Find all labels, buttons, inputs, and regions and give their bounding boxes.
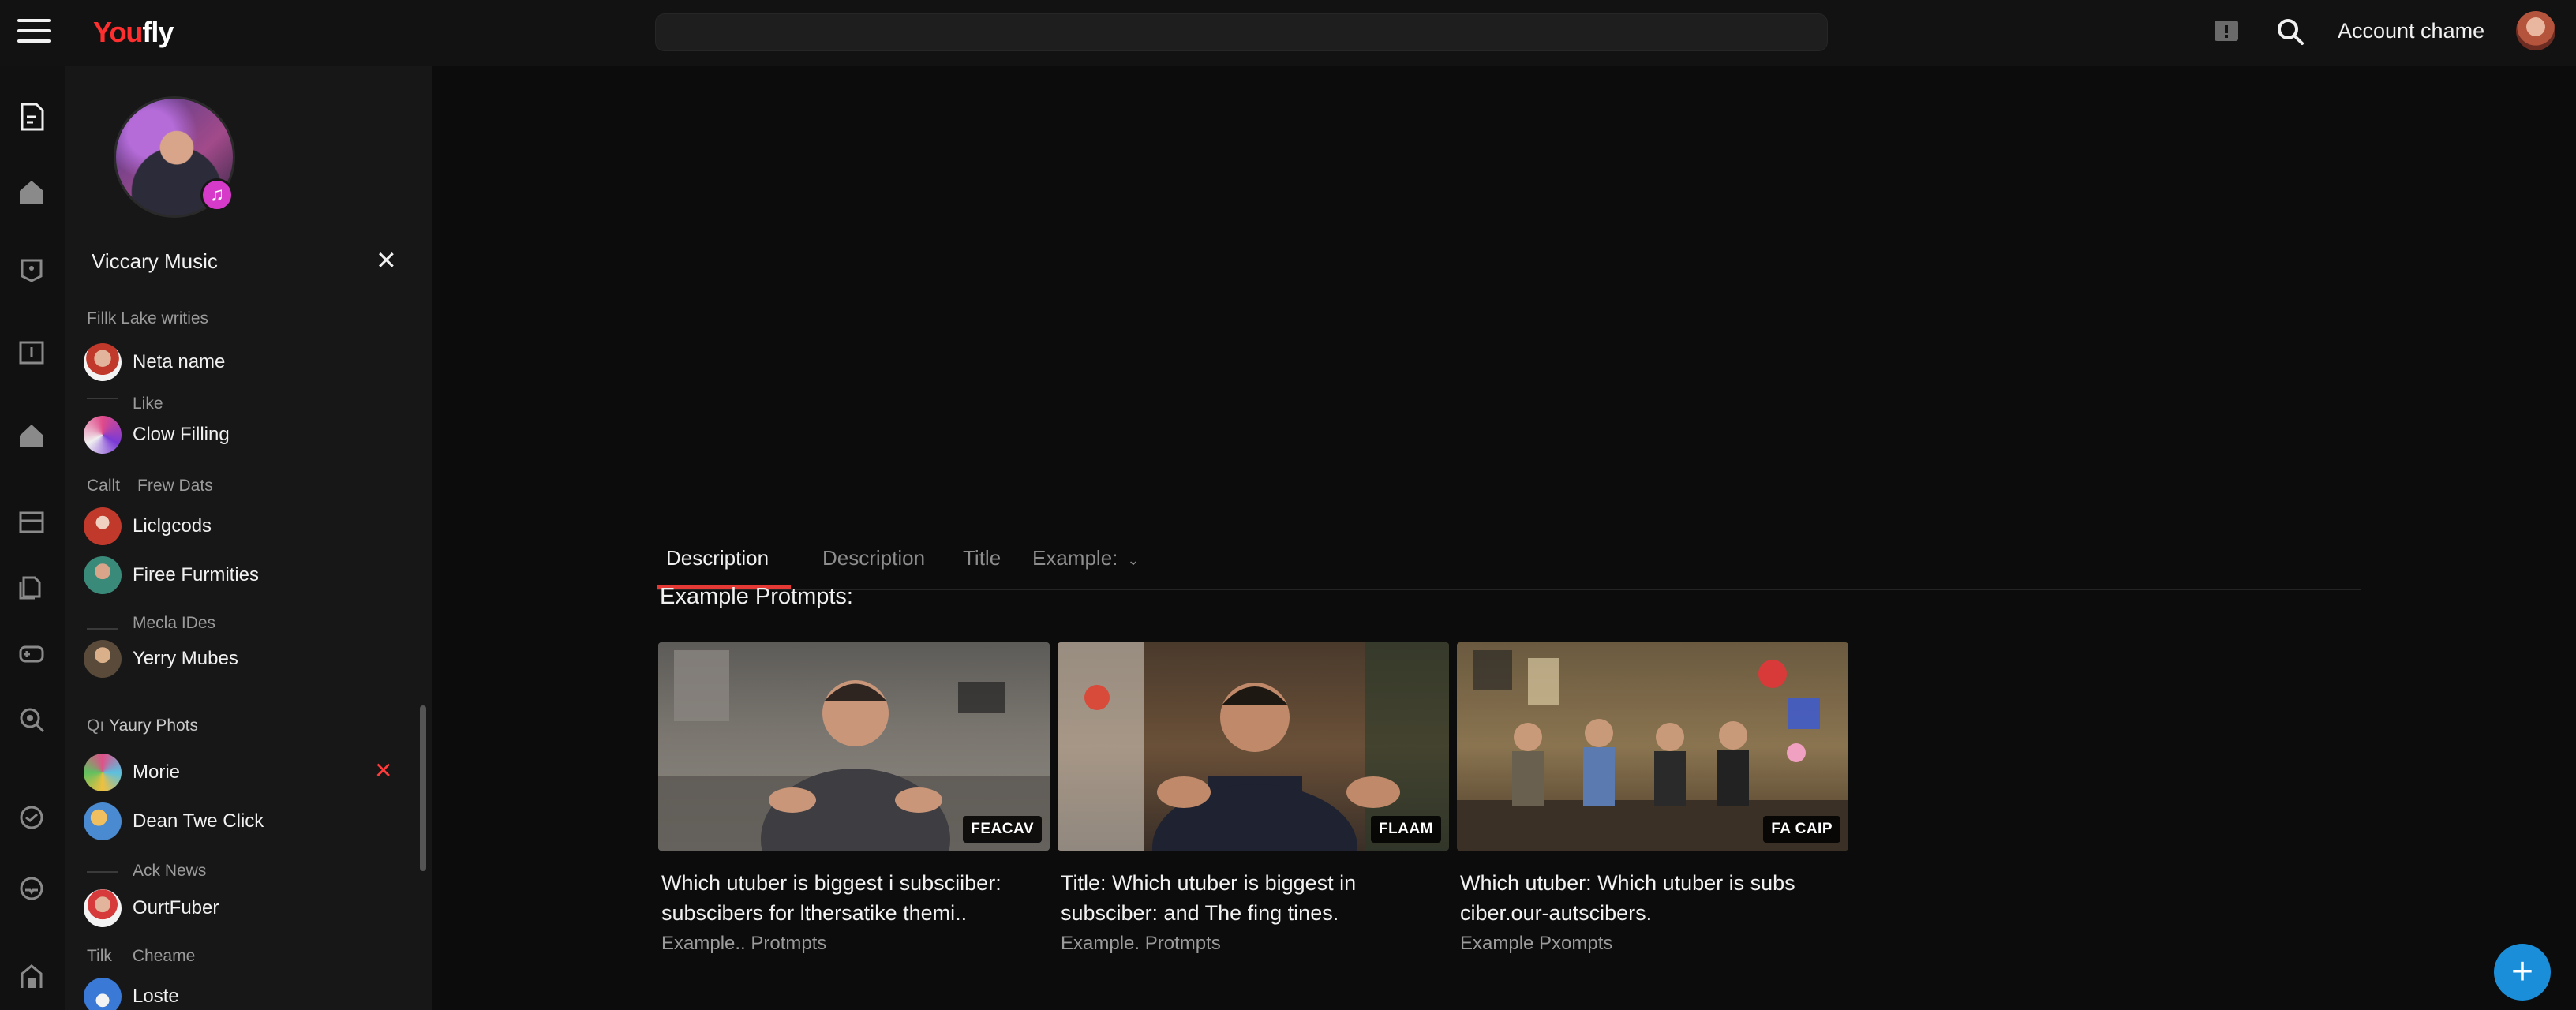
avatar: [84, 640, 122, 678]
search-icon[interactable]: [2275, 16, 2306, 51]
video-card[interactable]: FEACAV Which utuber is biggest i subscii…: [658, 642, 1050, 955]
video-meta: Example. Protmpts: [1061, 933, 1221, 954]
sidebar-item-label: Loste: [133, 986, 179, 1007]
avatar: [84, 978, 122, 1010]
add-button[interactable]: +: [2494, 944, 2551, 1001]
video-card[interactable]: FA CAIP Which utuber: Which utuber is su…: [1457, 642, 1848, 955]
sidebar-group-label: Mecla IDes: [133, 614, 216, 632]
group-prefix: Callt: [87, 477, 121, 495]
section-title: Example Protmpts:: [660, 584, 853, 609]
sidebar-group-label: Callt Frew Dats: [87, 477, 213, 496]
avatar: [84, 416, 122, 454]
group-prefix: Tilk: [87, 947, 112, 965]
video-title[interactable]: Which utuber: Which utuber is subs ciber…: [1457, 868, 1848, 928]
library-icon[interactable]: [16, 338, 47, 369]
sidebar-group-label: Fillk Lake writies: [87, 309, 209, 327]
sidebar-item-dean-twe-click[interactable]: Dean Twe Click: [84, 802, 264, 841]
video-meta: Example.. Protmpts: [661, 933, 827, 954]
avatar: [84, 889, 122, 927]
sidebar-item-liclgcods[interactable]: Liclgcods: [84, 507, 212, 546]
avatar: [84, 802, 122, 840]
channel-name: Viccary Music: [92, 249, 218, 273]
divider: [87, 871, 118, 873]
account-avatar[interactable]: [2516, 11, 2555, 50]
tab-example-label: Example:: [1032, 546, 1118, 570]
settings-icon[interactable]: [16, 961, 47, 993]
group-label-text: Yaury Phots: [109, 716, 199, 735]
video-tag: FEACAV: [963, 816, 1042, 843]
video-thumbnail[interactable]: FEACAV: [658, 642, 1050, 851]
files-icon[interactable]: [16, 571, 47, 603]
music-note-icon: ♫: [200, 178, 234, 211]
logo-part-1: You: [93, 16, 143, 48]
video-thumbnail[interactable]: FA CAIP: [1457, 642, 1848, 851]
close-icon[interactable]: ✕: [376, 248, 397, 273]
gaming-icon[interactable]: [16, 638, 47, 669]
avatar: [84, 507, 122, 545]
avatar: [84, 556, 122, 594]
avatar: [84, 343, 122, 381]
sidebar-group-label: Tilk Cheame: [87, 947, 195, 966]
sidebar-item-neta-name[interactable]: Neta name: [84, 342, 225, 382]
channel-sidebar: ♫ Viccary Music ✕ Fillk Lake writies Net…: [65, 66, 432, 1010]
home-icon[interactable]: [16, 177, 47, 208]
inbox-icon[interactable]: [16, 873, 47, 904]
top-bar: Youfly Account chame: [0, 0, 2576, 66]
sidebar-item-label: Firee Furmities: [133, 564, 260, 585]
sidebar-item-label: Liclgcods: [133, 515, 212, 537]
notifications-icon[interactable]: [16, 252, 47, 284]
tab-title[interactable]: Title: [963, 546, 1001, 570]
tab-bar: Description Description Title Example: ⌄: [657, 537, 2361, 590]
main-content: Description Description Title Example: ⌄ …: [432, 66, 2576, 1010]
video-tag: FA CAIP: [1763, 816, 1840, 843]
group-label-text: Cheame: [132, 947, 196, 965]
video-title[interactable]: Which utuber is biggest i subsciiber: su…: [658, 868, 1050, 928]
sidebar-item-label: Yerry Mubes: [133, 648, 238, 669]
left-rail: [0, 66, 65, 1010]
tab-description-2[interactable]: Description: [822, 546, 925, 570]
video-title[interactable]: Title: Which utuber is biggest in subsci…: [1058, 868, 1449, 928]
notification-icon[interactable]: [2211, 17, 2241, 51]
sidebar-item-label: Morie: [133, 761, 181, 783]
video-tag: FLAAM: [1371, 816, 1441, 843]
sidebar-item-morie[interactable]: Morie: [84, 753, 180, 792]
sidebar-group-label: Qı Yaury Phots: [87, 716, 198, 735]
tab-description[interactable]: Description: [666, 546, 769, 570]
avatar: [84, 754, 122, 791]
search-history-icon[interactable]: [16, 704, 47, 735]
search-input[interactable]: [655, 13, 1828, 51]
logo-part-2: fly: [142, 16, 174, 48]
remove-icon[interactable]: ✕: [374, 758, 392, 784]
feedback-icon[interactable]: [16, 802, 47, 833]
playlist-icon[interactable]: [16, 507, 47, 538]
sidebar-item-clow-filling[interactable]: Clow Filling: [84, 415, 230, 454]
chevron-down-icon: ⌄: [1127, 552, 1140, 568]
video-meta: Example Pxompts: [1460, 933, 1613, 954]
sidebar-item-label: OurtFuber: [133, 897, 219, 918]
app-logo[interactable]: Youfly: [93, 16, 174, 49]
sidebar-item-label: Dean Twe Click: [133, 810, 264, 832]
sidebar-group-label: Like: [133, 395, 163, 413]
sidebar-item-loste[interactable]: Loste: [84, 977, 179, 1010]
group-label-text: Frew Dats: [137, 477, 213, 495]
tab-example[interactable]: Example: ⌄: [1032, 546, 1139, 570]
divider: [87, 398, 118, 399]
sidebar-item-firee-furmities[interactable]: Firee Furmities: [84, 556, 259, 595]
subscriptions-icon[interactable]: [16, 101, 47, 133]
sidebar-item-label: Clow Filling: [133, 424, 230, 445]
group-prefix: Qı: [87, 716, 105, 735]
sidebar-item-ourtfuber[interactable]: OurtFuber: [84, 888, 219, 928]
sidebar-item-label: Neta name: [133, 351, 226, 372]
sidebar-item-yerry-mubes[interactable]: Yerry Mubes: [84, 639, 238, 679]
divider: [87, 628, 118, 630]
menu-icon[interactable]: [17, 19, 51, 47]
sidebar-scrollbar[interactable]: [420, 705, 426, 871]
video-card[interactable]: FLAAM Title: Which utuber is biggest in …: [1058, 642, 1449, 955]
explore-icon[interactable]: [16, 420, 47, 451]
video-thumbnail[interactable]: FLAAM: [1058, 642, 1449, 851]
account-name[interactable]: Account chame: [2338, 19, 2484, 43]
sidebar-group-label: Ack News: [133, 862, 207, 880]
